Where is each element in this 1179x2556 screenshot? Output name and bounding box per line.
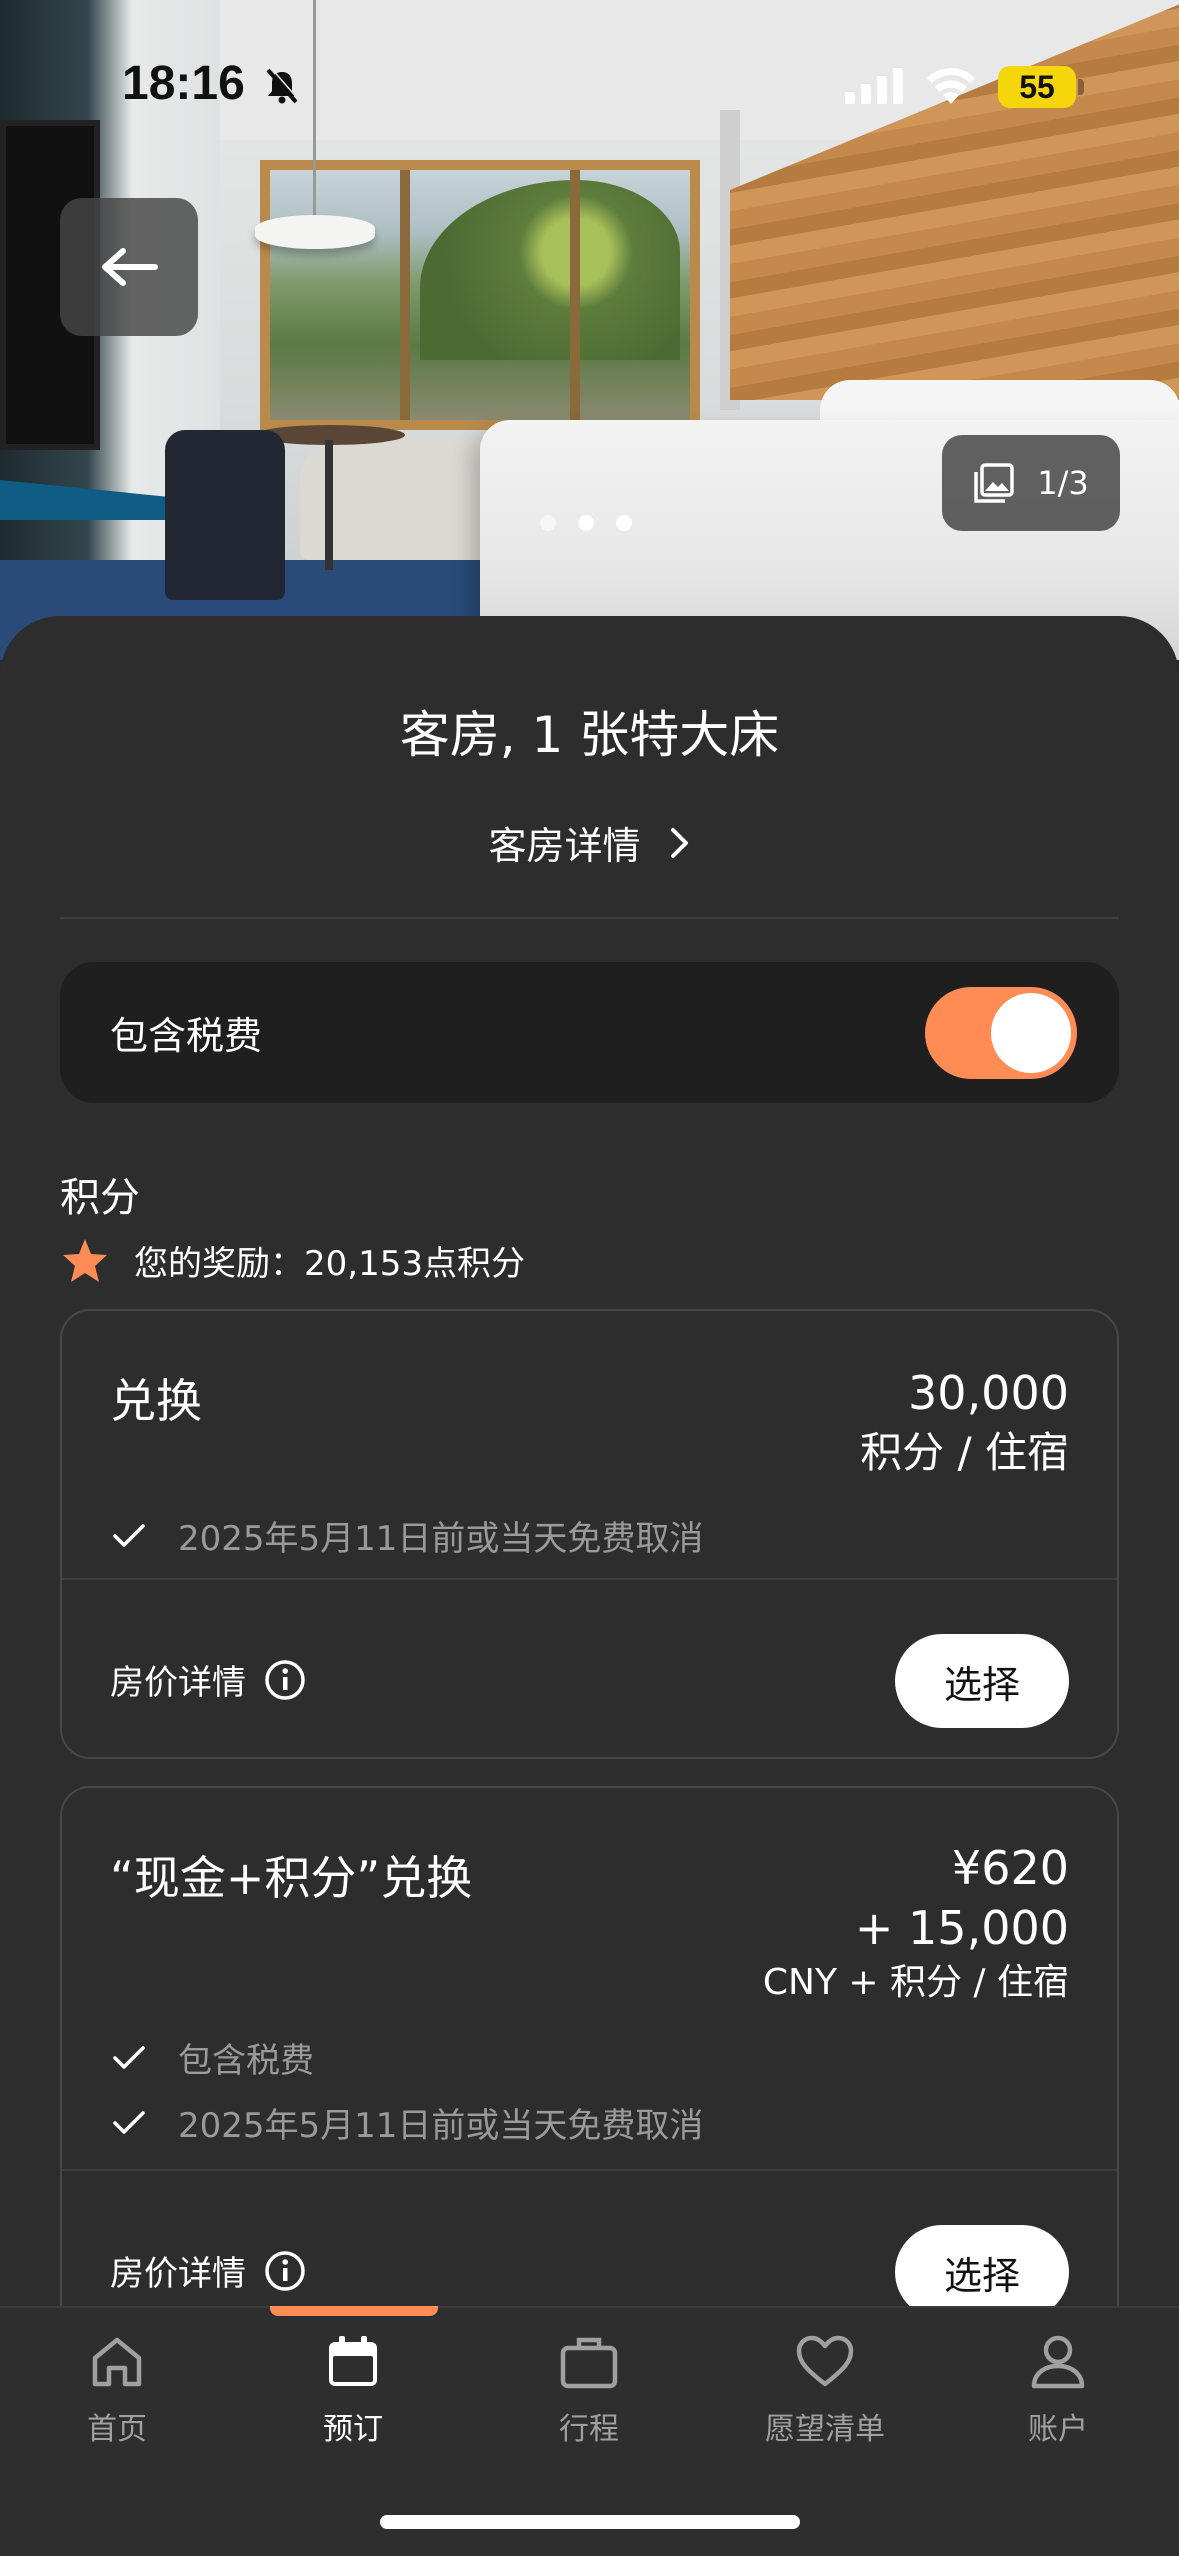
photo-mullion [400,170,410,420]
photo-gallery-button[interactable]: 1/3 [942,435,1120,531]
benefit-text: 2025年5月11日前或当天免费取消 [178,2106,704,2146]
back-button[interactable] [60,198,198,336]
cellular-signal-icon [845,68,903,104]
rate-price: 30,000 积分 / 住宿 [860,1363,1069,1483]
room-title: 客房, 1 张特大床 [399,706,780,764]
rate-details-link[interactable]: 房价详情 [110,1655,306,1704]
benefit-text: 包含税费 [178,2041,314,2081]
rate-price-cash: ¥620 [951,1841,1069,1895]
section-divider [60,917,1119,919]
rate-price: ¥620 + 15,000 CNY + 积分 / 住宿 [763,1838,1069,2008]
tax-toggle-row[interactable]: 包含税费 [60,962,1119,1103]
info-icon [265,2250,305,2291]
photo-window [260,160,700,430]
benefit-item: 2025年5月11日前或当天免费取消 [112,2098,703,2147]
rate-card-cash-points: “现金+积分”兑换 ¥620 + 15,000 CNY + 积分 / 住宿 包含… [60,1786,1119,2346]
points-heading: 积分 [60,1175,140,1221]
tab-label: 预订 [323,2412,383,2447]
reward-text: 您的奖励：20,153点积分 [134,1244,525,1284]
bell-muted-icon [266,67,300,104]
active-tab-indicator [270,2306,438,2316]
home-indicator [380,2515,800,2529]
status-bar: 18:16 55 [0,0,1179,170]
select-button[interactable]: 选择 [895,2225,1069,2319]
tab-trips[interactable]: 行程 [499,2330,679,2448]
photo-hill [420,180,680,360]
checkmark-icon [113,2110,145,2134]
rate-name: 兑换 [110,1374,202,1428]
tab-account[interactable]: 账户 [968,2330,1148,2448]
wifi-icon [927,68,975,104]
home-icon [92,2337,142,2387]
card-divider [62,2169,1117,2171]
battery-cap [1078,79,1084,95]
gallery-icon [974,463,1014,503]
photo-mullion [570,170,580,420]
photo-chair [165,430,285,600]
photo-counter-text: 1/3 [1037,464,1089,502]
rate-price-points: + 15,000 [854,1901,1069,1955]
card-divider [62,1578,1117,1580]
benefit-item: 2025年5月11日前或当天免费取消 [112,1511,703,1560]
status-time: 18:16 [122,57,245,110]
benefit-text: 2025年5月11日前或当天免费取消 [178,1519,704,1559]
tab-label: 首页 [87,2412,147,2447]
carousel-dot-active[interactable] [578,515,594,531]
checkmark-icon [113,1523,145,1547]
rate-details-link[interactable]: 房价详情 [110,2246,306,2295]
reward-balance: 您的奖励：20,153点积分 [60,1236,525,1285]
checkmark-icon [113,2045,145,2069]
rate-price-unit: 积分 / 住宿 [860,1428,1069,1477]
tax-toggle-switch[interactable] [925,986,1077,1079]
rate-details-label: 房价详情 [110,1663,246,1703]
chevron-right-icon [670,827,688,858]
photo-table-leg [325,440,333,570]
tab-home[interactable]: 首页 [27,2330,207,2448]
rate-card-points: 兑换 30,000 积分 / 住宿 2025年5月11日前或当天免费取消 房价详… [60,1309,1119,1759]
tab-wishlist[interactable]: 愿望清单 [735,2330,915,2448]
carousel-dot[interactable] [616,515,632,531]
tab-booking[interactable]: 预订 [263,2330,443,2448]
rate-details-label: 房价详情 [110,2254,246,2294]
tab-label: 账户 [1028,2412,1088,2447]
briefcase-icon [560,2337,618,2389]
photo-lamp [255,215,375,249]
toggle-knob [991,992,1071,1073]
tab-label: 行程 [559,2412,619,2447]
star-icon [63,1238,107,1282]
benefit-item: 包含税费 [112,2033,314,2082]
tab-label: 愿望清单 [765,2412,885,2447]
room-details-label: 客房详情 [488,824,641,868]
person-icon [1031,2335,1085,2389]
rate-price-amount: 30,000 [908,1366,1069,1420]
carousel-dots[interactable] [540,515,632,531]
carousel-dot[interactable] [540,515,556,531]
info-icon [265,1659,305,1700]
arrow-left-icon [102,248,158,286]
tax-toggle-label: 包含税费 [110,1014,263,1058]
calendar-icon [329,2336,377,2386]
select-button[interactable]: 选择 [895,1634,1069,1728]
rate-name: “现金+积分”兑换 [110,1851,473,1905]
room-details-link[interactable]: 客房详情 [0,815,1179,870]
battery-level: 55 [998,66,1076,108]
heart-icon [796,2335,854,2387]
rate-price-unit: CNY + 积分 / 住宿 [762,1962,1069,2003]
